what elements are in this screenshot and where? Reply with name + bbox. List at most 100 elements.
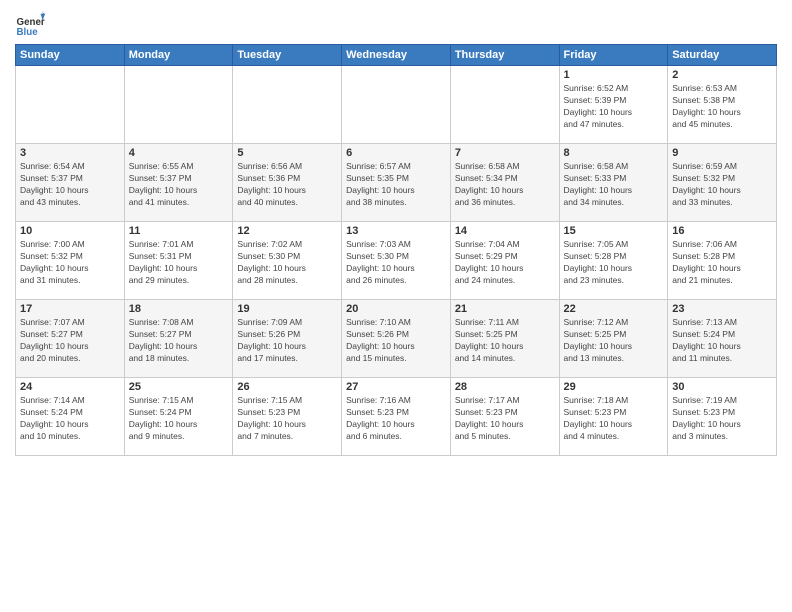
calendar-cell: 29 Sunrise: 7:18 AM Sunset: 5:23 PM Dayli… xyxy=(559,378,668,456)
day-info: Sunrise: 7:04 AM Sunset: 5:29 PM Dayligh… xyxy=(455,239,555,287)
day-number: 20 xyxy=(346,303,446,315)
day-info: Sunrise: 7:08 AM Sunset: 5:27 PM Dayligh… xyxy=(129,317,229,365)
calendar-cell: 2 Sunrise: 6:53 AM Sunset: 5:38 PM Daylig… xyxy=(668,66,777,144)
day-info: Sunrise: 7:12 AM Sunset: 5:25 PM Dayligh… xyxy=(564,317,664,365)
calendar-cell: 10 Sunrise: 7:00 AM Sunset: 5:32 PM Dayli… xyxy=(16,222,125,300)
day-info: Sunrise: 7:07 AM Sunset: 5:27 PM Dayligh… xyxy=(20,317,120,365)
calendar-cell: 21 Sunrise: 7:11 AM Sunset: 5:25 PM Dayli… xyxy=(450,300,559,378)
calendar-cell: 4 Sunrise: 6:55 AM Sunset: 5:37 PM Daylig… xyxy=(124,144,233,222)
calendar-week-row: 3 Sunrise: 6:54 AM Sunset: 5:37 PM Daylig… xyxy=(16,144,777,222)
calendar-week-row: 10 Sunrise: 7:00 AM Sunset: 5:32 PM Dayli… xyxy=(16,222,777,300)
calendar-cell: 25 Sunrise: 7:15 AM Sunset: 5:24 PM Dayli… xyxy=(124,378,233,456)
calendar-cell: 9 Sunrise: 6:59 AM Sunset: 5:32 PM Daylig… xyxy=(668,144,777,222)
calendar-cell xyxy=(233,66,342,144)
day-info: Sunrise: 7:19 AM Sunset: 5:23 PM Dayligh… xyxy=(672,395,772,443)
day-info: Sunrise: 7:11 AM Sunset: 5:25 PM Dayligh… xyxy=(455,317,555,365)
day-info: Sunrise: 7:06 AM Sunset: 5:28 PM Dayligh… xyxy=(672,239,772,287)
calendar-cell: 6 Sunrise: 6:57 AM Sunset: 5:35 PM Daylig… xyxy=(342,144,451,222)
day-info: Sunrise: 6:59 AM Sunset: 5:32 PM Dayligh… xyxy=(672,161,772,209)
calendar-cell: 15 Sunrise: 7:05 AM Sunset: 5:28 PM Dayli… xyxy=(559,222,668,300)
day-number: 6 xyxy=(346,147,446,159)
calendar-cell: 30Sunrise: 7:19 AM Sunset: 5:23 PM Dayli… xyxy=(668,378,777,456)
calendar-cell: 26 Sunrise: 7:15 AM Sunset: 5:23 PM Dayli… xyxy=(233,378,342,456)
day-number: 15 xyxy=(564,225,664,237)
day-info: Sunrise: 6:54 AM Sunset: 5:37 PM Dayligh… xyxy=(20,161,120,209)
day-number: 18 xyxy=(129,303,229,315)
day-info: Sunrise: 7:14 AM Sunset: 5:24 PM Dayligh… xyxy=(20,395,120,443)
calendar-cell: 23 Sunrise: 7:13 AM Sunset: 5:24 PM Dayli… xyxy=(668,300,777,378)
header-cell: Saturday xyxy=(668,45,777,66)
day-number: 1 xyxy=(564,69,664,81)
day-number: 12 xyxy=(237,225,337,237)
calendar-cell xyxy=(342,66,451,144)
calendar-cell: 16 Sunrise: 7:06 AM Sunset: 5:28 PM Dayli… xyxy=(668,222,777,300)
day-number: 14 xyxy=(455,225,555,237)
day-info: Sunrise: 7:09 AM Sunset: 5:26 PM Dayligh… xyxy=(237,317,337,365)
calendar-cell: 7Sunrise: 6:58 AM Sunset: 5:34 PM Daylig… xyxy=(450,144,559,222)
calendar-cell xyxy=(16,66,125,144)
day-info: Sunrise: 7:05 AM Sunset: 5:28 PM Dayligh… xyxy=(564,239,664,287)
day-number: 10 xyxy=(20,225,120,237)
header-cell: Friday xyxy=(559,45,668,66)
day-info: Sunrise: 7:15 AM Sunset: 5:23 PM Dayligh… xyxy=(237,395,337,443)
day-number: 9 xyxy=(672,147,772,159)
calendar-cell xyxy=(124,66,233,144)
header-cell: Monday xyxy=(124,45,233,66)
day-info: Sunrise: 6:52 AM Sunset: 5:39 PM Dayligh… xyxy=(564,83,664,131)
calendar-cell: 5Sunrise: 6:56 AM Sunset: 5:36 PM Daylig… xyxy=(233,144,342,222)
header-cell: Sunday xyxy=(16,45,125,66)
day-info: Sunrise: 7:00 AM Sunset: 5:32 PM Dayligh… xyxy=(20,239,120,287)
day-number: 26 xyxy=(237,381,337,393)
calendar-cell: 8Sunrise: 6:58 AM Sunset: 5:33 PM Daylig… xyxy=(559,144,668,222)
day-info: Sunrise: 7:13 AM Sunset: 5:24 PM Dayligh… xyxy=(672,317,772,365)
day-number: 25 xyxy=(129,381,229,393)
header-cell: Wednesday xyxy=(342,45,451,66)
day-number: 2 xyxy=(672,69,772,81)
day-number: 11 xyxy=(129,225,229,237)
day-number: 21 xyxy=(455,303,555,315)
calendar-body: 1 Sunrise: 6:52 AM Sunset: 5:39 PM Daylig… xyxy=(16,66,777,456)
calendar-cell: 27Sunrise: 7:16 AM Sunset: 5:23 PM Dayli… xyxy=(342,378,451,456)
calendar-cell: 22 Sunrise: 7:12 AM Sunset: 5:25 PM Dayli… xyxy=(559,300,668,378)
day-info: Sunrise: 7:17 AM Sunset: 5:23 PM Dayligh… xyxy=(455,395,555,443)
calendar-table: SundayMondayTuesdayWednesdayThursdayFrid… xyxy=(15,44,777,456)
day-info: Sunrise: 7:01 AM Sunset: 5:31 PM Dayligh… xyxy=(129,239,229,287)
header: General Blue xyxy=(15,10,777,40)
calendar-cell: 28 Sunrise: 7:17 AM Sunset: 5:23 PM Dayli… xyxy=(450,378,559,456)
day-info: Sunrise: 7:03 AM Sunset: 5:30 PM Dayligh… xyxy=(346,239,446,287)
calendar-week-row: 17Sunrise: 7:07 AM Sunset: 5:27 PM Dayli… xyxy=(16,300,777,378)
main-container: General Blue SundayMondayTuesdayWednesda… xyxy=(0,0,792,461)
calendar-cell: 14 Sunrise: 7:04 AM Sunset: 5:29 PM Dayli… xyxy=(450,222,559,300)
day-number: 3 xyxy=(20,147,120,159)
calendar-cell: 3 Sunrise: 6:54 AM Sunset: 5:37 PM Daylig… xyxy=(16,144,125,222)
day-number: 13 xyxy=(346,225,446,237)
calendar-cell: 12Sunrise: 7:02 AM Sunset: 5:30 PM Dayli… xyxy=(233,222,342,300)
header-row: SundayMondayTuesdayWednesdayThursdayFrid… xyxy=(16,45,777,66)
calendar-cell: 11 Sunrise: 7:01 AM Sunset: 5:31 PM Dayli… xyxy=(124,222,233,300)
day-number: 19 xyxy=(237,303,337,315)
calendar-cell: 18 Sunrise: 7:08 AM Sunset: 5:27 PM Dayli… xyxy=(124,300,233,378)
calendar-week-row: 1 Sunrise: 6:52 AM Sunset: 5:39 PM Daylig… xyxy=(16,66,777,144)
day-info: Sunrise: 7:15 AM Sunset: 5:24 PM Dayligh… xyxy=(129,395,229,443)
day-number: 16 xyxy=(672,225,772,237)
logo-icon: General Blue xyxy=(15,10,45,40)
day-number: 24 xyxy=(20,381,120,393)
day-info: Sunrise: 6:53 AM Sunset: 5:38 PM Dayligh… xyxy=(672,83,772,131)
day-number: 28 xyxy=(455,381,555,393)
header-cell: Thursday xyxy=(450,45,559,66)
day-number: 22 xyxy=(564,303,664,315)
svg-text:Blue: Blue xyxy=(17,27,39,38)
calendar-cell: 20 Sunrise: 7:10 AM Sunset: 5:26 PM Dayli… xyxy=(342,300,451,378)
day-info: Sunrise: 7:18 AM Sunset: 5:23 PM Dayligh… xyxy=(564,395,664,443)
calendar-week-row: 24 Sunrise: 7:14 AM Sunset: 5:24 PM Dayli… xyxy=(16,378,777,456)
day-info: Sunrise: 6:55 AM Sunset: 5:37 PM Dayligh… xyxy=(129,161,229,209)
day-info: Sunrise: 6:57 AM Sunset: 5:35 PM Dayligh… xyxy=(346,161,446,209)
calendar-cell xyxy=(450,66,559,144)
day-number: 4 xyxy=(129,147,229,159)
calendar-cell: 19 Sunrise: 7:09 AM Sunset: 5:26 PM Dayli… xyxy=(233,300,342,378)
day-info: Sunrise: 7:10 AM Sunset: 5:26 PM Dayligh… xyxy=(346,317,446,365)
day-number: 5 xyxy=(237,147,337,159)
day-info: Sunrise: 7:16 AM Sunset: 5:23 PM Dayligh… xyxy=(346,395,446,443)
day-number: 23 xyxy=(672,303,772,315)
day-number: 29 xyxy=(564,381,664,393)
